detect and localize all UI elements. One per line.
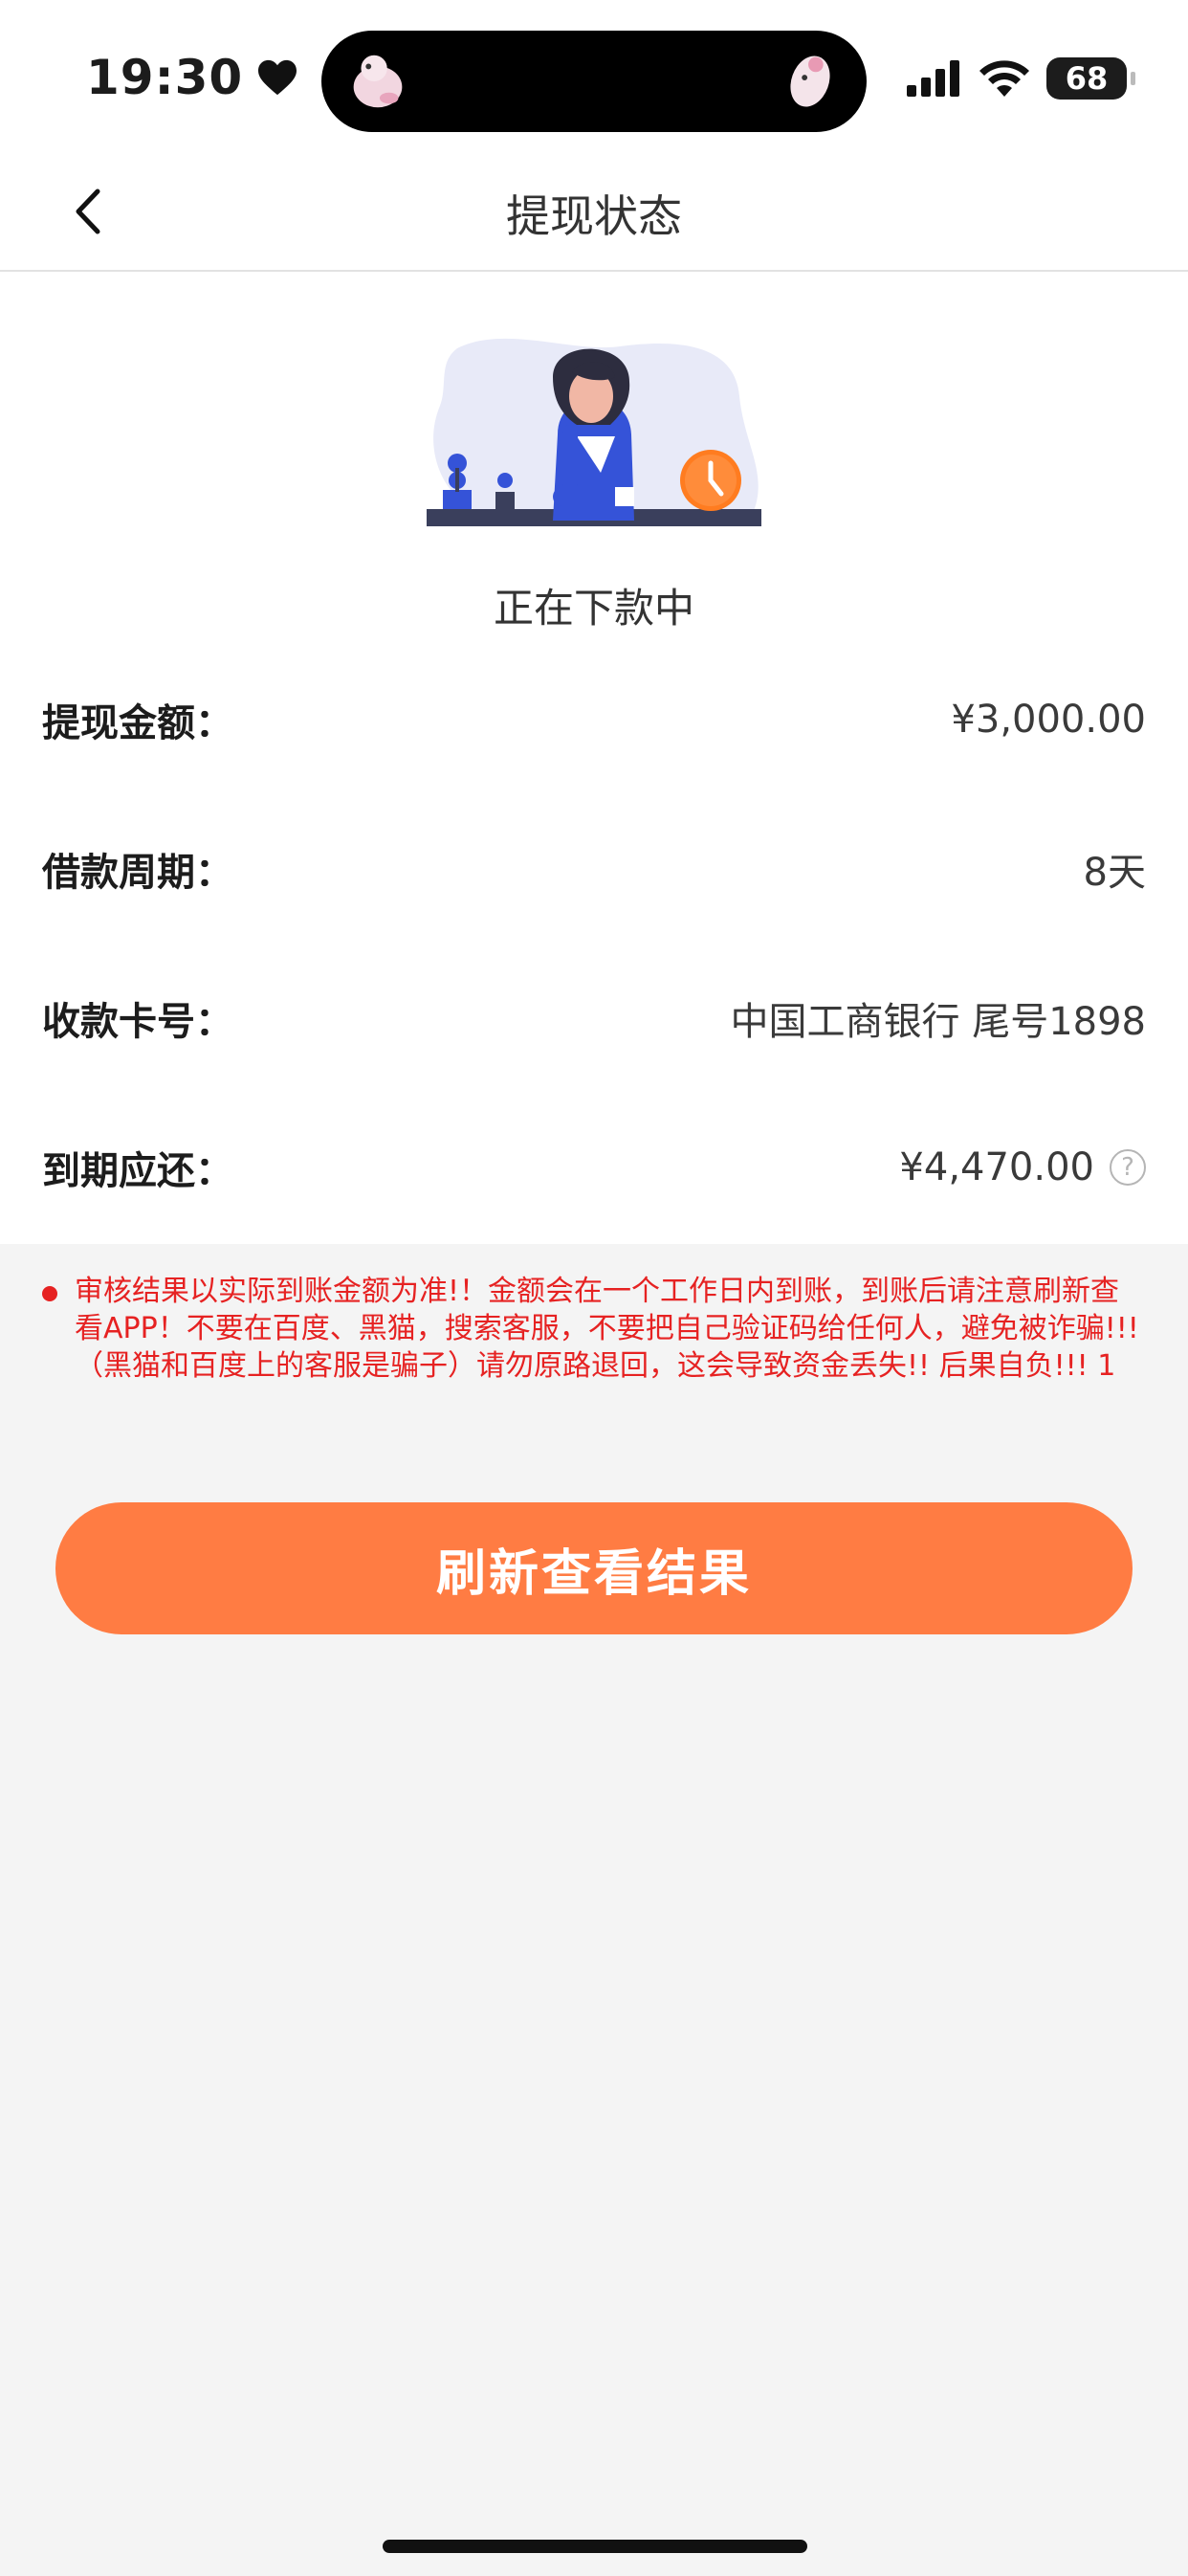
detail-label: 借款周期：: [42, 851, 233, 895]
detail-row-period: 借款周期： 8天: [42, 840, 1146, 898]
status-bar: 19:30 68: [0, 0, 1188, 153]
wifi-icon: [979, 60, 1029, 97]
question-circle-icon[interactable]: ?: [1110, 1149, 1146, 1186]
waiting-illustration: [427, 338, 761, 526]
detail-row-card: 收款卡号： 中国工商银行 尾号1898: [42, 989, 1146, 1047]
home-indicator[interactable]: [383, 2540, 807, 2553]
detail-label: 提现金额：: [42, 701, 233, 745]
nav-bar: 提现状态: [0, 153, 1188, 272]
detail-value: 中国工商银行 尾号1898: [730, 1000, 1146, 1044]
status-text: 正在下款中: [493, 585, 694, 632]
dynamic-island: [321, 31, 867, 132]
detail-value: ¥3,000.00: [951, 698, 1146, 742]
bullet-dot-icon: [42, 1286, 57, 1301]
sticker-right-icon: [790, 56, 830, 107]
refresh-result-button[interactable]: 刷新查看结果: [55, 1502, 1133, 1634]
status-time: 19:30: [86, 50, 298, 105]
heart-icon: [258, 59, 297, 96]
detail-label: 到期应还：: [42, 1149, 233, 1193]
signal-icon: [907, 60, 959, 97]
detail-label: 收款卡号：: [42, 1000, 233, 1044]
page-title: 提现状态: [506, 190, 682, 242]
detail-row-due: 到期应还： ¥4,470.00 ?: [42, 1139, 1146, 1196]
withdraw-status-card: 正在下款中 提现金额： ¥3,000.00 借款周期： 8天 收款卡号： 中国工…: [0, 272, 1188, 1244]
detail-value: 8天: [1083, 851, 1146, 895]
warning-notice: 审核结果以实际到账金额为准!！金额会在一个工作日内到账，到账后请注意刷新查看AP…: [42, 1273, 1142, 1385]
battery-icon: 68: [1046, 57, 1135, 100]
notice-text: 审核结果以实际到账金额为准!！金额会在一个工作日内到账，到账后请注意刷新查看AP…: [75, 1275, 1139, 1383]
sticker-left-icon: [353, 55, 403, 108]
time-text: 19:30: [86, 50, 244, 105]
detail-row-amount: 提现金额： ¥3,000.00: [42, 691, 1146, 748]
battery-level: 68: [1065, 60, 1109, 97]
detail-value: ¥4,470.00 ?: [899, 1145, 1146, 1189]
status-icons: 68: [907, 57, 1135, 100]
